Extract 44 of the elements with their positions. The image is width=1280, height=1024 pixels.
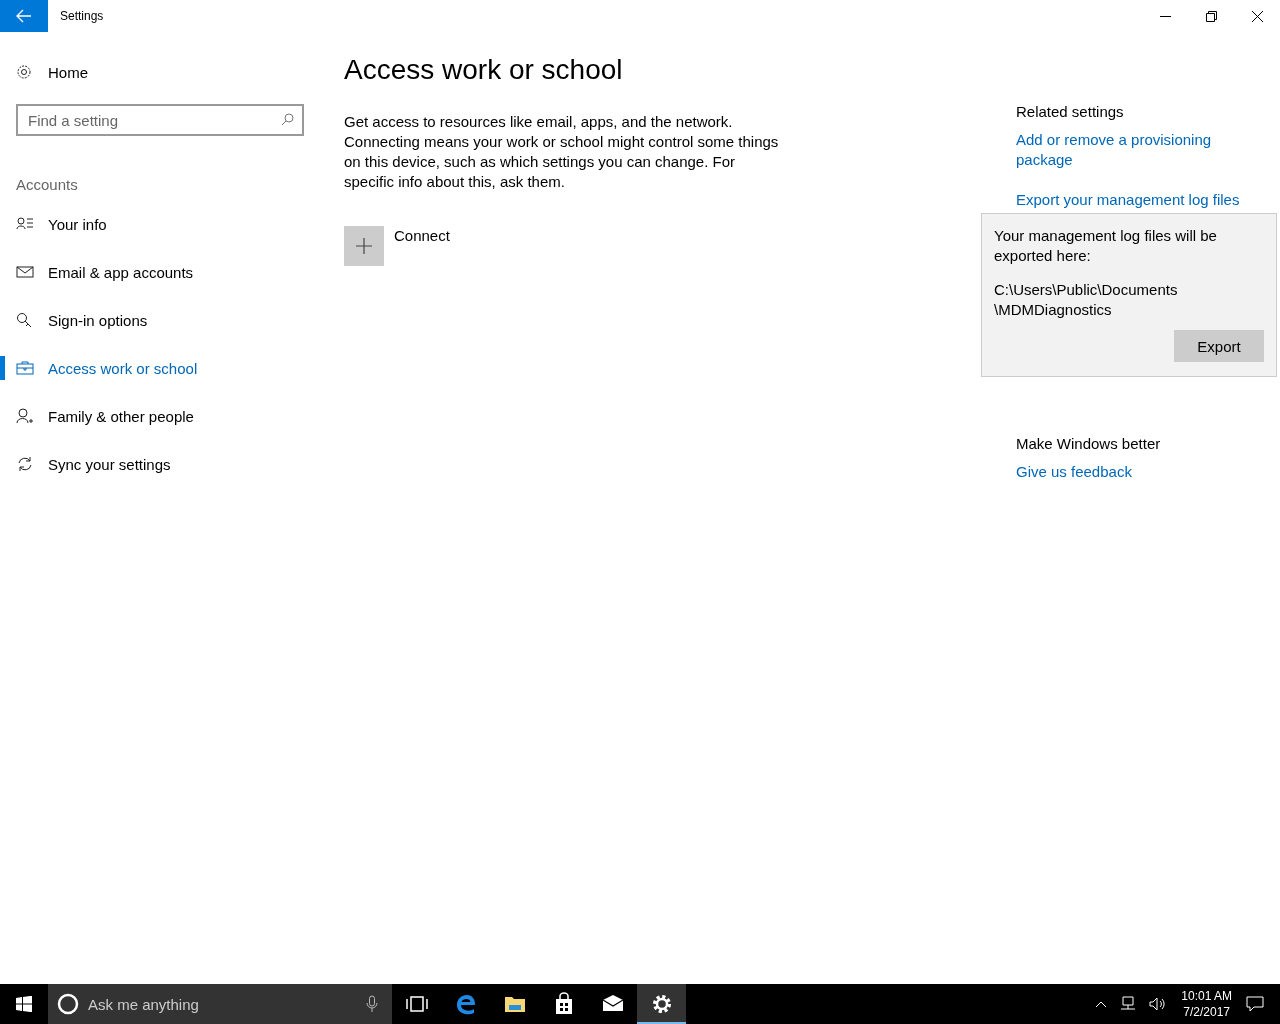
section-heading: Make Windows better <box>1016 434 1161 454</box>
person-add-icon <box>16 408 34 424</box>
close-icon <box>1251 10 1263 22</box>
clock[interactable]: 10:01 AM 7/2/2017 <box>1181 988 1232 1020</box>
nav-item[interactable]: Email & app accounts <box>0 248 320 296</box>
search-icon <box>281 113 294 126</box>
nav-item[interactable]: Sign-in options <box>0 296 320 344</box>
back-arrow-icon <box>16 9 32 23</box>
nav-item[interactable]: Access work or school <box>0 344 320 392</box>
section-heading: Accounts <box>16 176 79 195</box>
feedback-link[interactable]: Give us feedback <box>1016 462 1132 482</box>
connect-label[interactable]: Connect <box>394 226 450 246</box>
taskbar-search-field[interactable]: Ask me anything <box>48 984 392 1024</box>
restore-icon <box>1205 10 1217 22</box>
notification-icon[interactable] <box>1246 996 1264 1012</box>
sync-icon <box>16 456 34 472</box>
mail-icon <box>16 264 34 280</box>
page-heading: Access work or school <box>344 54 624 87</box>
export-path: C:\Users\Public\Documents \MDMDiagnostics <box>994 280 1179 320</box>
windows-logo-icon <box>16 996 32 1012</box>
search-field[interactable]: Find a setting <box>16 104 304 136</box>
briefcase-icon <box>16 360 34 376</box>
home-nav-item[interactable]: Home <box>16 60 320 84</box>
circle-icon <box>57 993 79 1015</box>
key-icon <box>16 312 34 328</box>
volume-icon[interactable] <box>1149 996 1168 1012</box>
chevron-up-icon[interactable] <box>1095 1000 1108 1008</box>
back-button[interactable] <box>0 0 48 32</box>
window-title: Settings <box>60 9 105 23</box>
network-icon[interactable] <box>1119 996 1138 1012</box>
nav-item[interactable]: Your info <box>0 200 320 248</box>
microphone-icon <box>366 995 378 1013</box>
link[interactable]: Export your management log files <box>1016 190 1240 210</box>
description: Get access to resources like email, apps, and the network. Connecting means your work or school might control some things on this device, such as which settings you can change. For specific info about this, ask them. <box>344 112 780 192</box>
taskbar-app-button[interactable] <box>637 984 686 1024</box>
person-list-icon <box>16 216 34 232</box>
plus-icon <box>355 237 373 255</box>
nav-item[interactable]: Sync your settings <box>0 440 320 488</box>
flyout-message: Your management log files will be exported here: <box>994 226 1218 266</box>
link[interactable]: Add or remove a provisioning package <box>1016 130 1236 170</box>
export-button[interactable]: Export <box>1174 330 1264 362</box>
gear-icon <box>16 64 32 80</box>
nav-item[interactable]: Family & other people <box>0 392 320 440</box>
related-heading: Related settings <box>1016 102 1124 122</box>
